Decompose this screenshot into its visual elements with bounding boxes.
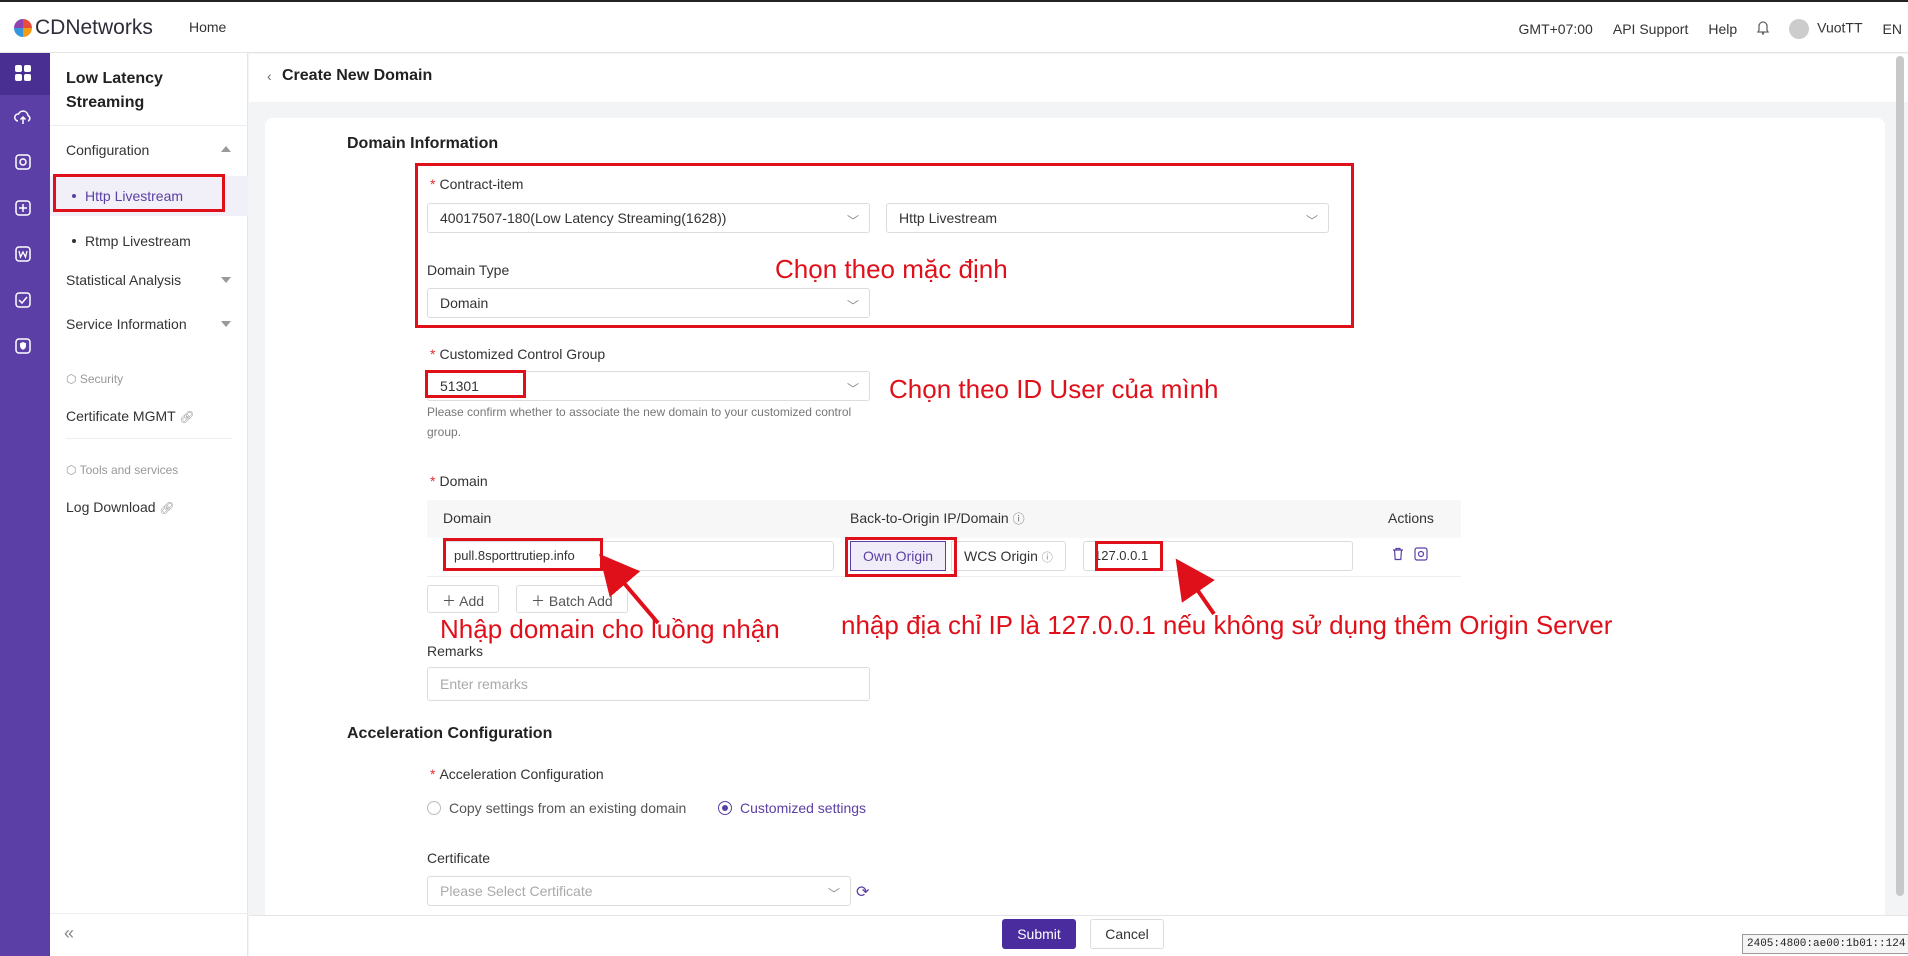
arrow-to-origin-ip <box>1175 558 1216 616</box>
arrow-to-domain <box>599 553 660 625</box>
annotation-arrows <box>599 553 1216 625</box>
